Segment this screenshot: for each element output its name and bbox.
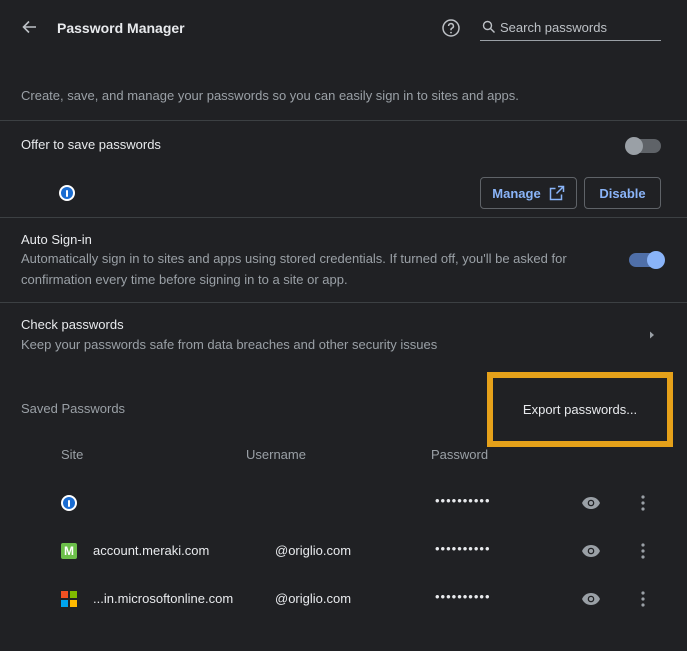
column-header-username: Username <box>246 447 306 462</box>
help-icon[interactable] <box>441 18 461 38</box>
password-row: •••••••••• <box>0 479 687 527</box>
page-description: Create, save, and manage your passwords … <box>21 88 519 103</box>
saved-passwords-heading: Saved Passwords <box>21 401 126 416</box>
toggle-knob <box>647 251 665 269</box>
offer-save-label: Offer to save passwords <box>21 137 161 152</box>
search-input[interactable] <box>500 16 658 38</box>
1password-icon <box>61 495 77 511</box>
1password-icon <box>59 185 75 201</box>
export-passwords-button[interactable]: Export passwords... <box>493 378 667 441</box>
site-text: ...in.microsoftonline.com <box>93 591 234 606</box>
offer-save-toggle[interactable] <box>625 137 661 155</box>
auto-signin-toggle[interactable] <box>629 251 665 269</box>
auto-signin-label: Auto Sign-in <box>21 232 92 247</box>
password-text: •••••••••• <box>435 541 491 556</box>
back-arrow-icon[interactable] <box>19 17 39 37</box>
auto-signin-description: Automatically sign in to sites and apps … <box>21 251 567 287</box>
password-text: •••••••••• <box>435 589 491 604</box>
password-row: M account.meraki.com @origlio.com ••••••… <box>0 527 687 575</box>
microsoft-icon <box>61 591 77 607</box>
column-header-password: Password <box>431 447 489 462</box>
divider <box>0 217 687 218</box>
page-title: Password Manager <box>57 20 185 36</box>
disable-label: Disable <box>599 185 646 201</box>
eye-icon[interactable] <box>581 495 601 511</box>
eye-icon[interactable] <box>581 543 601 559</box>
more-vert-icon[interactable] <box>637 493 649 513</box>
search-box[interactable] <box>480 14 661 41</box>
more-vert-icon[interactable] <box>637 589 649 609</box>
open-external-icon <box>549 185 564 201</box>
username-text: @origlio.com <box>275 591 352 606</box>
check-passwords-description: Keep your passwords safe from data breac… <box>21 337 438 352</box>
header: Password Manager <box>0 0 687 58</box>
more-vert-icon[interactable] <box>637 541 649 561</box>
password-row: ...in.microsoftonline.com @origlio.com •… <box>0 575 687 623</box>
meraki-icon: M <box>61 543 77 559</box>
chevron-right-icon <box>650 331 654 339</box>
username-text: @origlio.com <box>275 543 352 558</box>
divider <box>0 120 687 121</box>
disable-button[interactable]: Disable <box>584 177 661 209</box>
eye-icon[interactable] <box>581 591 601 607</box>
search-icon <box>482 20 495 33</box>
manage-label: Manage <box>492 185 541 201</box>
manage-button[interactable]: Manage <box>480 177 577 209</box>
toggle-knob <box>625 137 643 155</box>
check-passwords-label: Check passwords <box>21 317 124 332</box>
site-text: account.meraki.com <box>93 543 210 558</box>
password-text: •••••••••• <box>435 493 491 508</box>
column-header-site: Site <box>61 447 84 462</box>
